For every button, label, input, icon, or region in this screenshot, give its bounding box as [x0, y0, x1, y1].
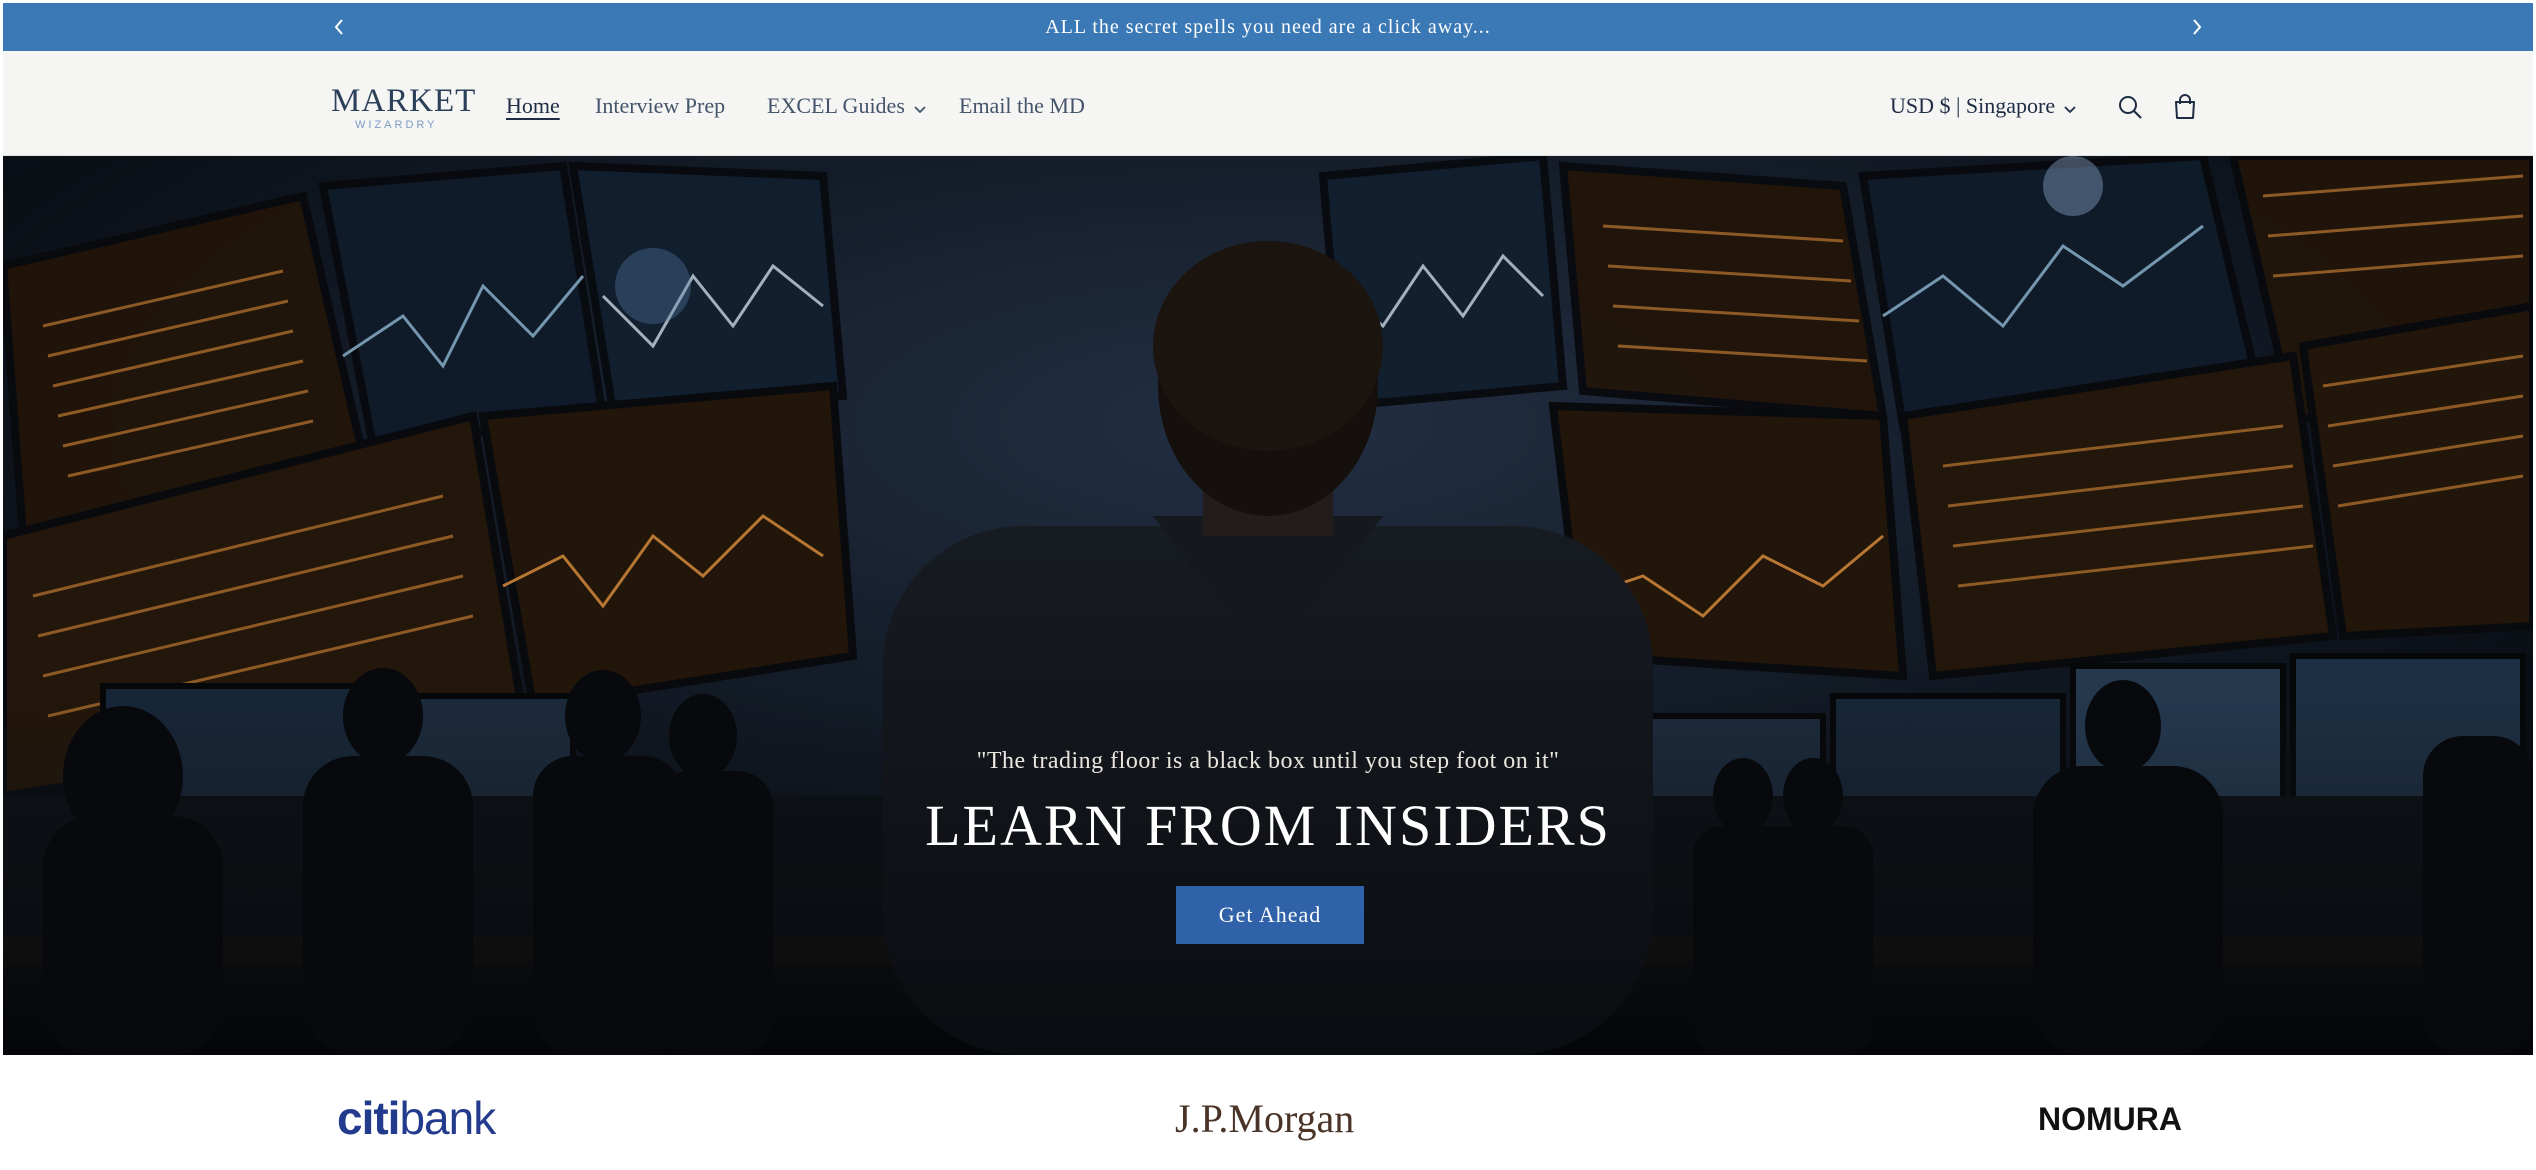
- currency-label: USD $ | Singapore: [1890, 93, 2056, 118]
- search-icon[interactable]: [2114, 91, 2146, 123]
- nav-excel-guides[interactable]: EXCEL Guides: [767, 91, 927, 121]
- nomura-logo: NOMURA: [2038, 1101, 2182, 1137]
- citibank-logo-citi: citi: [337, 1092, 400, 1144]
- partner-logos: citibank J.P.Morgan NOMURA: [3, 1055, 2533, 1170]
- nav-email-the-md[interactable]: Email the MD: [959, 91, 1085, 121]
- citibank-logo-bank: bank: [399, 1092, 496, 1144]
- hero-banner: "The trading floor is a black box until …: [3, 156, 2533, 1055]
- site-header: MARKET WIZARDRY Home Interview Prep EXCE…: [3, 51, 2533, 156]
- get-ahead-button[interactable]: Get Ahead: [1176, 886, 1364, 944]
- chevron-down-icon: [2063, 93, 2077, 123]
- nav-interview-prep[interactable]: Interview Prep: [595, 91, 725, 121]
- jpmorgan-logo: J.P.Morgan: [1175, 1096, 1355, 1141]
- chevron-down-icon: [913, 93, 927, 123]
- hero-title: LEARN FROM INSIDERS: [925, 793, 1611, 858]
- citibank-logo: citibank: [337, 1091, 496, 1145]
- chevron-right-icon[interactable]: [2183, 13, 2211, 41]
- logo-tagline: WIZARDRY: [355, 119, 438, 131]
- page: ALL the secret spells you need are a cli…: [3, 3, 2533, 1170]
- nav-excel-guides-label: EXCEL Guides: [767, 93, 905, 118]
- cart-icon[interactable]: [2169, 91, 2201, 123]
- nav-home[interactable]: Home: [506, 91, 560, 121]
- announcement-bar: ALL the secret spells you need are a cli…: [3, 3, 2533, 51]
- hero-quote: "The trading floor is a black box until …: [976, 748, 1560, 774]
- currency-selector[interactable]: USD $ | Singapore: [1890, 91, 2077, 121]
- announcement-text[interactable]: ALL the secret spells you need are a cli…: [3, 3, 2533, 51]
- logo-wordmark: MARKET: [331, 83, 477, 119]
- site-logo[interactable]: MARKET WIZARDRY: [331, 83, 475, 131]
